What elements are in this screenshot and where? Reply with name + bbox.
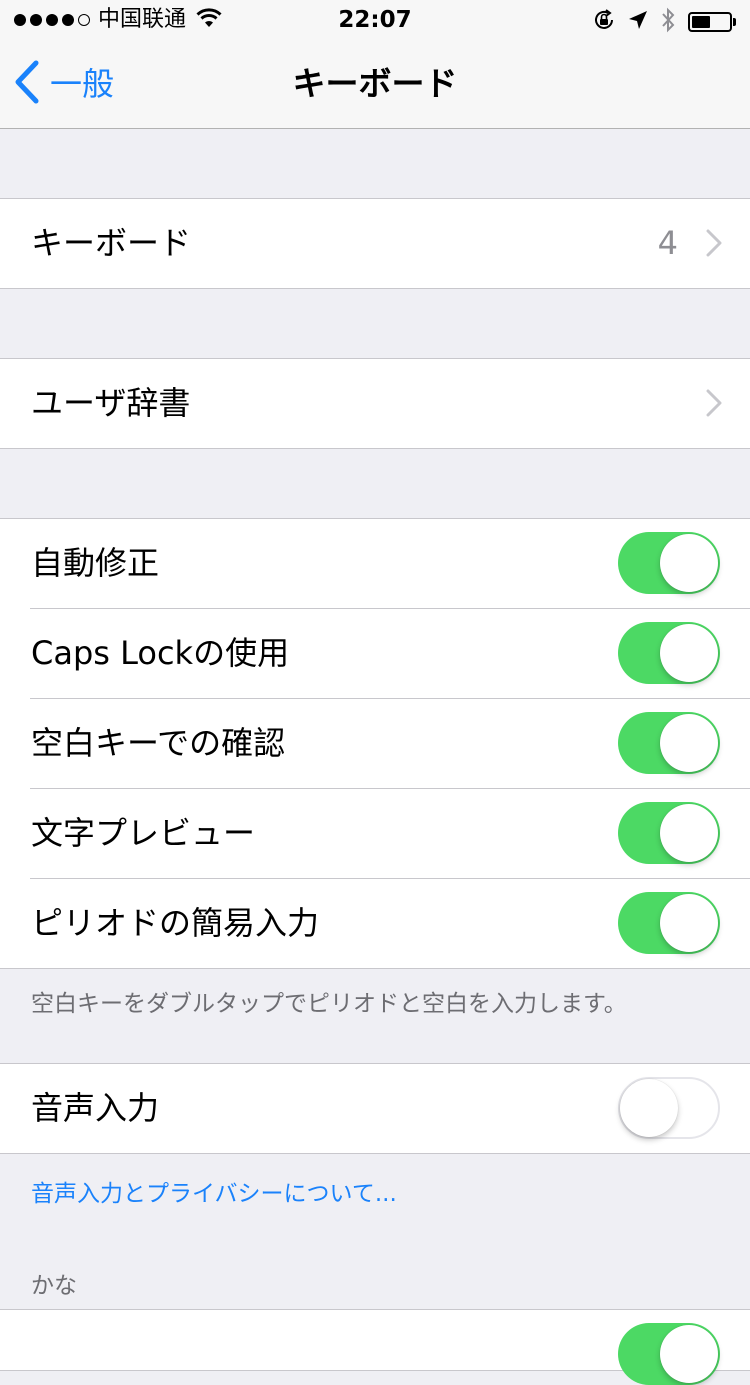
toggle-row-dictation: 音声入力 bbox=[0, 1064, 750, 1153]
period-shortcut-footer: 空白キーをダブルタップでピリオドと空白を入力します。 bbox=[31, 991, 627, 1017]
user-dictionary-cell[interactable]: ユーザ辞書 bbox=[0, 359, 750, 448]
toggle-row-period-shortcut: ピリオドの簡易入力 bbox=[0, 878, 750, 968]
battery-icon bbox=[688, 12, 736, 32]
toggle-row-space-confirm: 空白キーでの確認 bbox=[0, 698, 750, 788]
auto-correction-label: 自動修正 bbox=[31, 544, 160, 582]
location-icon bbox=[628, 10, 648, 34]
kana-group bbox=[0, 1309, 750, 1385]
period-shortcut-switch[interactable] bbox=[618, 892, 720, 954]
status-bar: 中国联通 22:07 bbox=[0, 0, 750, 40]
user-dictionary-group: ユーザ辞書 bbox=[0, 358, 750, 449]
character-preview-switch[interactable] bbox=[618, 802, 720, 864]
navigation-bar: 一般 キーボード bbox=[0, 40, 750, 129]
orientation-lock-icon bbox=[592, 8, 616, 36]
page-title: キーボード bbox=[292, 64, 458, 103]
bluetooth-icon bbox=[660, 7, 676, 37]
space-confirm-label: 空白キーでの確認 bbox=[31, 724, 286, 762]
toggle-row-character-preview: 文字プレビュー bbox=[0, 788, 750, 878]
keyboard-options-group: 自動修正 Caps Lockの使用 空白キーでの確認 文字プレビュー ピリオドの… bbox=[0, 518, 750, 969]
kana-section-header: かな bbox=[31, 1273, 77, 1299]
period-shortcut-label: ピリオドの簡易入力 bbox=[31, 904, 320, 942]
space-confirm-switch[interactable] bbox=[618, 712, 720, 774]
kana-option-switch[interactable] bbox=[618, 1323, 720, 1385]
status-right bbox=[592, 7, 736, 37]
dictation-switch[interactable] bbox=[618, 1077, 720, 1139]
keyboards-count: 4 bbox=[657, 224, 678, 262]
dictation-group: 音声入力 bbox=[0, 1063, 750, 1154]
caps-lock-label: Caps Lockの使用 bbox=[31, 634, 290, 672]
keyboards-cell-label: キーボード bbox=[31, 224, 192, 262]
caps-lock-switch[interactable] bbox=[618, 622, 720, 684]
auto-correction-switch[interactable] bbox=[618, 532, 720, 594]
keyboards-cell[interactable]: キーボード 4 bbox=[0, 199, 750, 288]
character-preview-label: 文字プレビュー bbox=[31, 814, 256, 852]
chevron-right-icon bbox=[706, 389, 722, 421]
dictation-label: 音声入力 bbox=[31, 1089, 160, 1127]
toggle-row-auto-correction: 自動修正 bbox=[0, 519, 750, 608]
user-dictionary-label: ユーザ辞書 bbox=[31, 384, 191, 422]
toggle-row-caps-lock: Caps Lockの使用 bbox=[0, 608, 750, 698]
dictation-privacy-link[interactable]: 音声入力とプライバシーについて... bbox=[31, 1174, 397, 1208]
chevron-right-icon bbox=[706, 229, 722, 261]
keyboards-group: キーボード 4 bbox=[0, 198, 750, 289]
